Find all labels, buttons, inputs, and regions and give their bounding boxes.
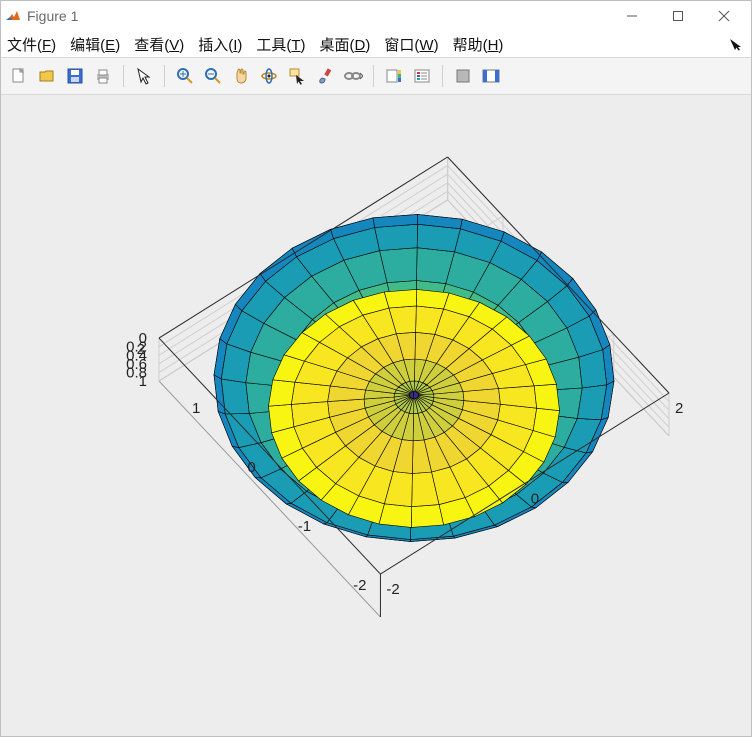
menu-tools[interactable]: 工具(T) [256, 34, 305, 55]
hide-plot-tools-button[interactable] [451, 64, 475, 88]
svg-text:2: 2 [137, 341, 145, 358]
menu-edit[interactable]: 编辑(E) [70, 34, 120, 55]
svg-text:1: 1 [192, 400, 200, 417]
figure-canvas[interactable]: 00.20.40.60.81-2-1012-202 [1, 95, 751, 736]
figure-window: Figure 1 文件(F) 编辑(E) 查看(V) 插入(I) 工具(T) 桌… [0, 0, 752, 737]
menu-desktop[interactable]: 桌面(D) [320, 34, 371, 55]
toolbar-separator [373, 65, 374, 87]
toolbar-separator [164, 65, 165, 87]
toolbar-separator [442, 65, 443, 87]
axes-3d[interactable]: 00.20.40.60.81-2-1012-202 [49, 117, 709, 736]
minimize-button[interactable] [609, 1, 655, 31]
insert-legend-button[interactable] [410, 64, 434, 88]
save-figure-button[interactable] [63, 64, 87, 88]
dock-dropdown-icon[interactable] [729, 37, 743, 55]
menubar: 文件(F) 编辑(E) 查看(V) 插入(I) 工具(T) 桌面(D) 窗口(W… [1, 31, 751, 57]
window-title: Figure 1 [27, 8, 78, 24]
matlab-app-icon [5, 8, 21, 24]
svg-text:1: 1 [139, 373, 147, 390]
menu-view[interactable]: 查看(V) [134, 34, 184, 55]
print-figure-button[interactable] [91, 64, 115, 88]
svg-text:2: 2 [675, 400, 683, 417]
show-plot-tools-button[interactable] [479, 64, 503, 88]
svg-text:-1: -1 [298, 518, 311, 535]
data-cursor-button[interactable] [285, 64, 309, 88]
rotate-3d-button[interactable] [257, 64, 281, 88]
svg-text:0: 0 [531, 491, 539, 508]
surface-plot [214, 214, 614, 541]
brush-button[interactable] [313, 64, 337, 88]
edit-plot-button[interactable] [132, 64, 156, 88]
titlebar: Figure 1 [1, 1, 751, 31]
svg-text:-2: -2 [386, 581, 399, 598]
menu-file[interactable]: 文件(F) [7, 34, 56, 55]
menu-window[interactable]: 窗口(W) [384, 34, 438, 55]
toolbar-separator [123, 65, 124, 87]
svg-text:-2: -2 [353, 577, 366, 594]
toolbar [1, 57, 751, 95]
insert-colorbar-button[interactable] [382, 64, 406, 88]
new-figure-button[interactable] [7, 64, 31, 88]
zoom-in-button[interactable] [173, 64, 197, 88]
menu-help[interactable]: 帮助(H) [453, 34, 504, 55]
maximize-button[interactable] [655, 1, 701, 31]
link-axes-button[interactable] [341, 64, 365, 88]
close-button[interactable] [701, 1, 747, 31]
pan-button[interactable] [229, 64, 253, 88]
svg-text:0: 0 [247, 459, 255, 476]
open-figure-button[interactable] [35, 64, 59, 88]
zoom-out-button[interactable] [201, 64, 225, 88]
menu-insert[interactable]: 插入(I) [198, 34, 242, 55]
